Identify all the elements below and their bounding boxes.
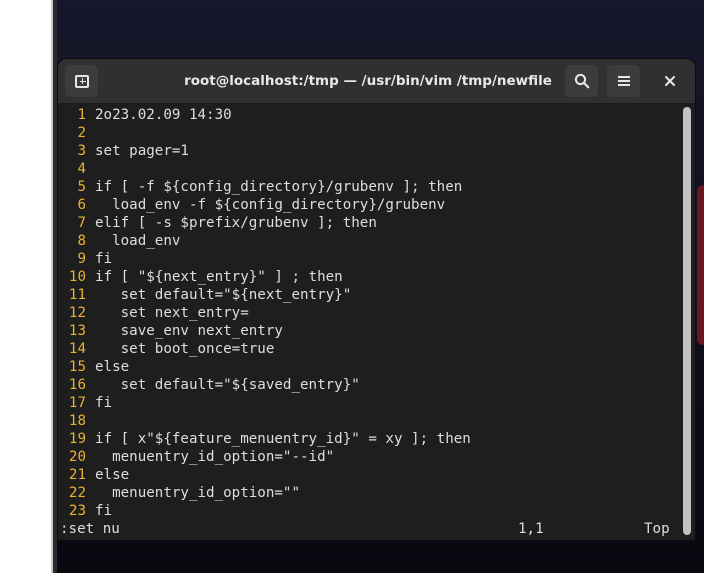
line-text: else	[95, 359, 130, 375]
line-number: 10	[68, 269, 86, 285]
editor-line[interactable]: 16 set default="${saved_entry}"	[60, 376, 471, 394]
terminal-window: root@localhost:/tmp — /usr/bin/vim /tmp/…	[58, 59, 695, 540]
editor-line[interactable]: 17 fi	[60, 394, 471, 412]
background-window	[0, 0, 51, 573]
editor-line[interactable]: 1 2o23.02.09 14:30	[60, 106, 471, 124]
line-text: load_env -f ${config_directory}/grubenv	[95, 197, 446, 213]
editor-line[interactable]: 5 if [ -f ${config_directory}/grubenv ]; …	[60, 178, 471, 196]
line-text: set pager=1	[95, 143, 189, 159]
editor-line[interactable]: 12 set next_entry=	[60, 304, 471, 322]
new-tab-button[interactable]	[65, 65, 98, 97]
line-number: 17	[68, 395, 86, 411]
line-number: 9	[77, 251, 86, 267]
line-number: 2	[77, 125, 86, 141]
line-number: 18	[68, 413, 86, 429]
line-text: set next_entry=	[95, 305, 249, 321]
line-number: 6	[77, 197, 86, 213]
line-number: 23	[68, 503, 86, 519]
line-text: elif [ -s $prefix/grubenv ]; then	[95, 215, 377, 231]
background-window-edge	[697, 185, 704, 345]
editor-line[interactable]: 8 load_env	[60, 232, 471, 250]
editor-line[interactable]: 9 fi	[60, 250, 471, 268]
terminal-content[interactable]: 1 2o23.02.09 14:30 2 3 set pager=1 4 5 if [ -f …	[58, 104, 695, 540]
editor-line[interactable]: 14 set boot_once=true	[60, 340, 471, 358]
editor-line[interactable]: 10 if [ "${next_entry}" ] ; then	[60, 268, 471, 286]
line-number: 5	[77, 179, 86, 195]
editor-line[interactable]: 18	[60, 412, 471, 430]
line-number: 4	[77, 161, 86, 177]
editor-line[interactable]: 6 load_env -f ${config_directory}/gruben…	[60, 196, 471, 214]
editor-line[interactable]: 13 save_env next_entry	[60, 322, 471, 340]
search-icon	[574, 73, 589, 89]
line-number: 1	[77, 107, 86, 123]
main-menu-button[interactable]	[607, 65, 640, 97]
editor-line[interactable]: 21 else	[60, 466, 471, 484]
line-text: if [ "${next_entry}" ] ; then	[95, 269, 343, 285]
close-button[interactable]	[655, 66, 685, 96]
line-text: if [ -f ${config_directory}/grubenv ]; t…	[95, 179, 463, 195]
editor-line[interactable]: 20 menuentry_id_option="--id"	[60, 448, 471, 466]
vim-cursor-position: 1,1	[518, 521, 544, 537]
editor-line[interactable]: 3 set pager=1	[60, 142, 471, 160]
editor-line[interactable]: 22 menuentry_id_option=""	[60, 484, 471, 502]
terminal-scrollbar[interactable]	[683, 107, 691, 535]
line-text: if [ x"${feature_menuentry_id}" = xy ]; …	[95, 431, 471, 447]
line-number: 20	[68, 449, 86, 465]
editor-line[interactable]: 19 if [ x"${feature_menuentry_id}" = xy ]…	[60, 430, 471, 448]
line-number: 19	[68, 431, 86, 447]
line-text: fi	[95, 395, 113, 411]
close-icon	[665, 76, 675, 86]
line-text: fi	[95, 251, 113, 267]
line-text: load_env	[95, 233, 181, 249]
line-number: 22	[68, 485, 86, 501]
editor-line[interactable]: 7 elif [ -s $prefix/grubenv ]; then	[60, 214, 471, 232]
line-number: 16	[68, 377, 86, 393]
line-number: 14	[68, 341, 86, 357]
editor-line[interactable]: 2	[60, 124, 471, 142]
line-number: 21	[68, 467, 86, 483]
line-number: 8	[77, 233, 86, 249]
editor-line[interactable]: 23 fi	[60, 502, 471, 520]
vim-buffer[interactable]: 1 2o23.02.09 14:30 2 3 set pager=1 4 5 if [ -f …	[60, 106, 471, 520]
line-text: save_env next_entry	[95, 323, 283, 339]
line-text: menuentry_id_option="--id"	[95, 449, 335, 465]
line-text: else	[95, 467, 130, 483]
line-text: menuentry_id_option=""	[95, 485, 300, 501]
line-number: 12	[68, 305, 86, 321]
editor-line[interactable]: 11 set default="${next_entry}"	[60, 286, 471, 304]
terminal-headerbar: root@localhost:/tmp — /usr/bin/vim /tmp/…	[58, 59, 695, 104]
editor-line[interactable]: 15 else	[60, 358, 471, 376]
new-tab-icon	[74, 74, 89, 88]
menu-icon	[617, 76, 630, 86]
line-number: 13	[68, 323, 86, 339]
line-text: set default="${saved_entry}"	[95, 377, 360, 393]
line-text: set boot_once=true	[95, 341, 275, 357]
window-title: root@localhost:/tmp — /usr/bin/vim /tmp/…	[184, 73, 552, 89]
vim-scroll-position: Top	[644, 521, 670, 537]
line-number: 3	[77, 143, 86, 159]
line-number: 11	[68, 287, 86, 303]
line-number: 15	[68, 359, 86, 375]
vim-command-line: :set nu	[60, 521, 120, 537]
line-text: fi	[95, 503, 113, 519]
line-text: set default="${next_entry}"	[95, 287, 352, 303]
search-button[interactable]	[565, 65, 598, 97]
editor-line[interactable]: 4	[60, 160, 471, 178]
line-number: 7	[77, 215, 86, 231]
line-text: 2o23.02.09 14:30	[95, 107, 232, 123]
